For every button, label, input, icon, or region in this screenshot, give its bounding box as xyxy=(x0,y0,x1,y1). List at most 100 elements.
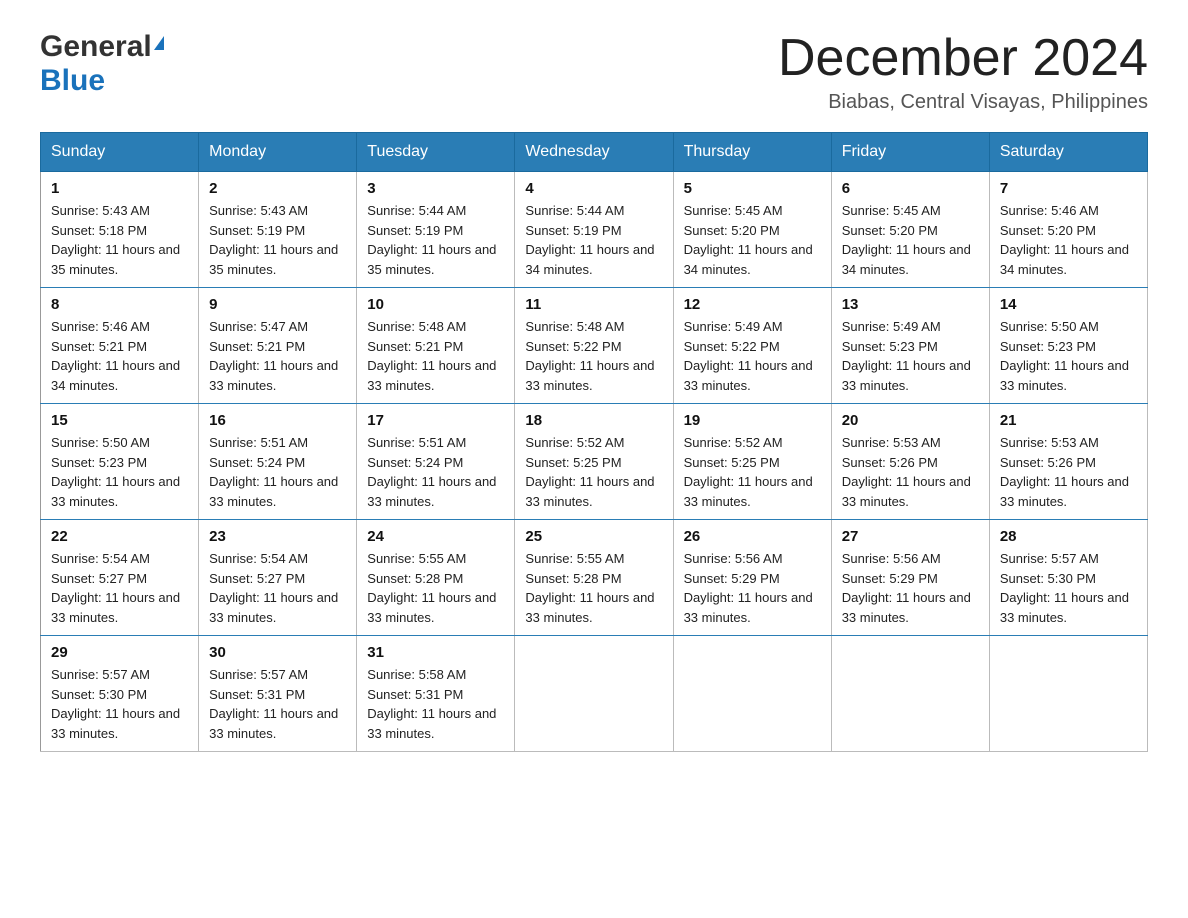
day-info: Sunrise: 5:57 AMSunset: 5:30 PMDaylight:… xyxy=(1000,549,1137,627)
calendar-day-17: 17 Sunrise: 5:51 AMSunset: 5:24 PMDaylig… xyxy=(357,404,515,520)
month-title: December 2024 xyxy=(778,30,1148,87)
day-number: 27 xyxy=(842,528,979,545)
day-info: Sunrise: 5:49 AMSunset: 5:22 PMDaylight:… xyxy=(684,317,821,395)
day-info: Sunrise: 5:51 AMSunset: 5:24 PMDaylight:… xyxy=(209,433,346,511)
weekday-header-tuesday: Tuesday xyxy=(357,133,515,172)
day-number: 23 xyxy=(209,528,346,545)
day-info: Sunrise: 5:54 AMSunset: 5:27 PMDaylight:… xyxy=(209,549,346,627)
calendar-day-21: 21 Sunrise: 5:53 AMSunset: 5:26 PMDaylig… xyxy=(989,404,1147,520)
calendar-day-15: 15 Sunrise: 5:50 AMSunset: 5:23 PMDaylig… xyxy=(41,404,199,520)
day-number: 12 xyxy=(684,296,821,313)
calendar-day-11: 11 Sunrise: 5:48 AMSunset: 5:22 PMDaylig… xyxy=(515,288,673,404)
day-info: Sunrise: 5:49 AMSunset: 5:23 PMDaylight:… xyxy=(842,317,979,395)
day-info: Sunrise: 5:54 AMSunset: 5:27 PMDaylight:… xyxy=(51,549,188,627)
day-info: Sunrise: 5:53 AMSunset: 5:26 PMDaylight:… xyxy=(842,433,979,511)
weekday-header-friday: Friday xyxy=(831,133,989,172)
day-info: Sunrise: 5:50 AMSunset: 5:23 PMDaylight:… xyxy=(1000,317,1137,395)
location-title: Biabas, Central Visayas, Philippines xyxy=(778,91,1148,114)
day-info: Sunrise: 5:56 AMSunset: 5:29 PMDaylight:… xyxy=(842,549,979,627)
day-number: 10 xyxy=(367,296,504,313)
day-number: 18 xyxy=(525,412,662,429)
weekday-header-monday: Monday xyxy=(199,133,357,172)
day-number: 5 xyxy=(684,180,821,197)
calendar-empty-cell xyxy=(831,636,989,752)
calendar-day-10: 10 Sunrise: 5:48 AMSunset: 5:21 PMDaylig… xyxy=(357,288,515,404)
day-info: Sunrise: 5:46 AMSunset: 5:21 PMDaylight:… xyxy=(51,317,188,395)
day-number: 1 xyxy=(51,180,188,197)
calendar-empty-cell xyxy=(989,636,1147,752)
day-number: 28 xyxy=(1000,528,1137,545)
day-info: Sunrise: 5:55 AMSunset: 5:28 PMDaylight:… xyxy=(367,549,504,627)
calendar-empty-cell xyxy=(673,636,831,752)
day-number: 26 xyxy=(684,528,821,545)
day-info: Sunrise: 5:46 AMSunset: 5:20 PMDaylight:… xyxy=(1000,201,1137,279)
day-number: 3 xyxy=(367,180,504,197)
day-info: Sunrise: 5:57 AMSunset: 5:30 PMDaylight:… xyxy=(51,665,188,743)
calendar-day-20: 20 Sunrise: 5:53 AMSunset: 5:26 PMDaylig… xyxy=(831,404,989,520)
day-number: 15 xyxy=(51,412,188,429)
calendar-day-2: 2 Sunrise: 5:43 AMSunset: 5:19 PMDayligh… xyxy=(199,172,357,288)
day-number: 20 xyxy=(842,412,979,429)
weekday-header-sunday: Sunday xyxy=(41,133,199,172)
day-number: 16 xyxy=(209,412,346,429)
day-number: 4 xyxy=(525,180,662,197)
calendar-week-5: 29 Sunrise: 5:57 AMSunset: 5:30 PMDaylig… xyxy=(41,636,1148,752)
day-info: Sunrise: 5:56 AMSunset: 5:29 PMDaylight:… xyxy=(684,549,821,627)
calendar-week-2: 8 Sunrise: 5:46 AMSunset: 5:21 PMDayligh… xyxy=(41,288,1148,404)
day-number: 17 xyxy=(367,412,504,429)
day-number: 21 xyxy=(1000,412,1137,429)
day-number: 6 xyxy=(842,180,979,197)
weekday-header-saturday: Saturday xyxy=(989,133,1147,172)
day-number: 19 xyxy=(684,412,821,429)
calendar-day-19: 19 Sunrise: 5:52 AMSunset: 5:25 PMDaylig… xyxy=(673,404,831,520)
day-number: 14 xyxy=(1000,296,1137,313)
calendar-day-25: 25 Sunrise: 5:55 AMSunset: 5:28 PMDaylig… xyxy=(515,520,673,636)
day-number: 2 xyxy=(209,180,346,197)
day-info: Sunrise: 5:57 AMSunset: 5:31 PMDaylight:… xyxy=(209,665,346,743)
logo-general-text: General xyxy=(40,30,152,64)
calendar-day-1: 1 Sunrise: 5:43 AMSunset: 5:18 PMDayligh… xyxy=(41,172,199,288)
calendar-day-31: 31 Sunrise: 5:58 AMSunset: 5:31 PMDaylig… xyxy=(357,636,515,752)
weekday-header-row: SundayMondayTuesdayWednesdayThursdayFrid… xyxy=(41,133,1148,172)
calendar-day-3: 3 Sunrise: 5:44 AMSunset: 5:19 PMDayligh… xyxy=(357,172,515,288)
calendar-day-6: 6 Sunrise: 5:45 AMSunset: 5:20 PMDayligh… xyxy=(831,172,989,288)
calendar-day-8: 8 Sunrise: 5:46 AMSunset: 5:21 PMDayligh… xyxy=(41,288,199,404)
day-number: 22 xyxy=(51,528,188,545)
day-number: 29 xyxy=(51,644,188,661)
day-number: 24 xyxy=(367,528,504,545)
calendar-day-23: 23 Sunrise: 5:54 AMSunset: 5:27 PMDaylig… xyxy=(199,520,357,636)
day-info: Sunrise: 5:44 AMSunset: 5:19 PMDaylight:… xyxy=(525,201,662,279)
day-number: 30 xyxy=(209,644,346,661)
day-number: 8 xyxy=(51,296,188,313)
day-number: 25 xyxy=(525,528,662,545)
calendar-week-1: 1 Sunrise: 5:43 AMSunset: 5:18 PMDayligh… xyxy=(41,172,1148,288)
day-info: Sunrise: 5:48 AMSunset: 5:22 PMDaylight:… xyxy=(525,317,662,395)
day-info: Sunrise: 5:43 AMSunset: 5:19 PMDaylight:… xyxy=(209,201,346,279)
calendar-day-5: 5 Sunrise: 5:45 AMSunset: 5:20 PMDayligh… xyxy=(673,172,831,288)
calendar-week-4: 22 Sunrise: 5:54 AMSunset: 5:27 PMDaylig… xyxy=(41,520,1148,636)
page-header: General Blue December 2024 Biabas, Centr… xyxy=(40,30,1148,114)
day-info: Sunrise: 5:52 AMSunset: 5:25 PMDaylight:… xyxy=(525,433,662,511)
calendar-day-14: 14 Sunrise: 5:50 AMSunset: 5:23 PMDaylig… xyxy=(989,288,1147,404)
calendar-day-22: 22 Sunrise: 5:54 AMSunset: 5:27 PMDaylig… xyxy=(41,520,199,636)
logo-triangle-icon xyxy=(154,36,164,50)
day-info: Sunrise: 5:43 AMSunset: 5:18 PMDaylight:… xyxy=(51,201,188,279)
calendar-empty-cell xyxy=(515,636,673,752)
weekday-header-thursday: Thursday xyxy=(673,133,831,172)
day-info: Sunrise: 5:48 AMSunset: 5:21 PMDaylight:… xyxy=(367,317,504,395)
calendar-day-4: 4 Sunrise: 5:44 AMSunset: 5:19 PMDayligh… xyxy=(515,172,673,288)
day-number: 7 xyxy=(1000,180,1137,197)
day-number: 13 xyxy=(842,296,979,313)
calendar-day-24: 24 Sunrise: 5:55 AMSunset: 5:28 PMDaylig… xyxy=(357,520,515,636)
calendar-day-13: 13 Sunrise: 5:49 AMSunset: 5:23 PMDaylig… xyxy=(831,288,989,404)
day-info: Sunrise: 5:52 AMSunset: 5:25 PMDaylight:… xyxy=(684,433,821,511)
day-number: 11 xyxy=(525,296,662,313)
day-info: Sunrise: 5:51 AMSunset: 5:24 PMDaylight:… xyxy=(367,433,504,511)
day-info: Sunrise: 5:50 AMSunset: 5:23 PMDaylight:… xyxy=(51,433,188,511)
calendar-day-18: 18 Sunrise: 5:52 AMSunset: 5:25 PMDaylig… xyxy=(515,404,673,520)
calendar-day-28: 28 Sunrise: 5:57 AMSunset: 5:30 PMDaylig… xyxy=(989,520,1147,636)
calendar-day-26: 26 Sunrise: 5:56 AMSunset: 5:29 PMDaylig… xyxy=(673,520,831,636)
calendar-day-29: 29 Sunrise: 5:57 AMSunset: 5:30 PMDaylig… xyxy=(41,636,199,752)
calendar-day-27: 27 Sunrise: 5:56 AMSunset: 5:29 PMDaylig… xyxy=(831,520,989,636)
day-info: Sunrise: 5:45 AMSunset: 5:20 PMDaylight:… xyxy=(684,201,821,279)
